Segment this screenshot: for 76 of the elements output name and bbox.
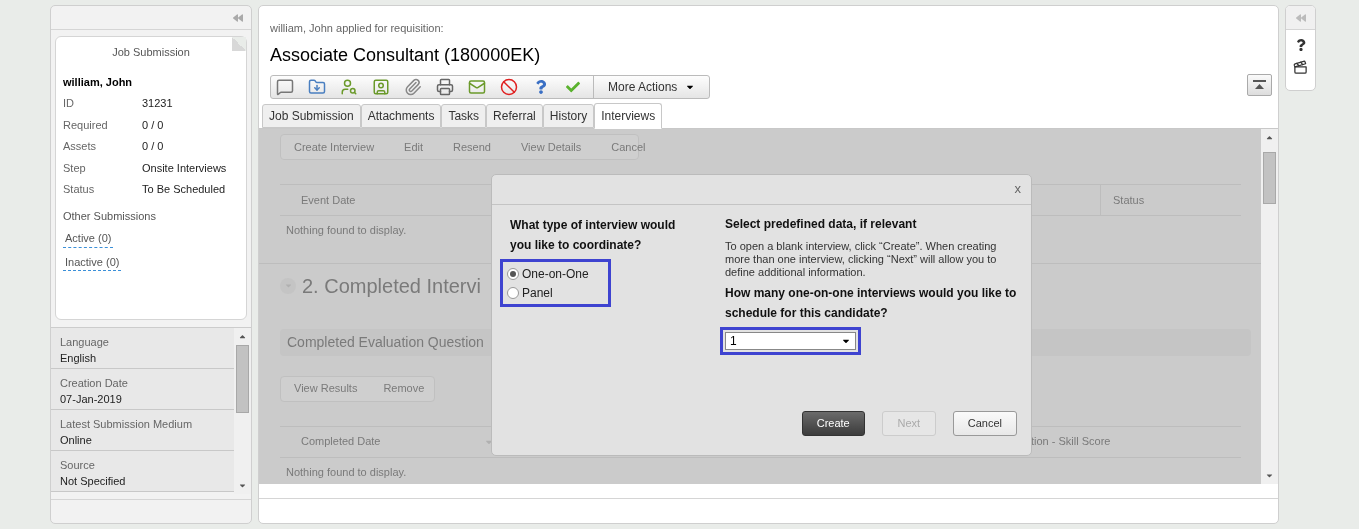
- scroll-up-icon[interactable]: [238, 332, 247, 341]
- user-card-icon[interactable]: [372, 77, 390, 96]
- field-label: Required: [63, 117, 109, 133]
- folder-icon[interactable]: [308, 77, 326, 96]
- detail-label: Language: [60, 335, 110, 350]
- radio-button[interactable]: [507, 286, 519, 299]
- count-select[interactable]: 1: [725, 332, 856, 350]
- detail-value: English: [60, 351, 98, 366]
- section-title: 2. Completed Intervi: [302, 273, 481, 299]
- field-value: To Be Scheduled: [142, 182, 226, 197]
- scroll-down-icon[interactable]: [1265, 471, 1274, 480]
- requisition-title: Associate Consultant (180000EK): [270, 43, 542, 67]
- collapse-icon[interactable]: [233, 12, 243, 23]
- column-header: Event Date: [300, 192, 357, 208]
- candidate-name: william, John: [63, 74, 134, 90]
- mail-icon[interactable]: [468, 77, 486, 96]
- radio-button[interactable]: [507, 267, 519, 280]
- column-header: Status: [1100, 185, 1241, 215]
- user-search-icon[interactable]: [340, 77, 358, 96]
- printer-icon[interactable]: [436, 77, 454, 96]
- scroll-up-icon[interactable]: [1265, 133, 1274, 142]
- tab[interactable]: Referral: [486, 104, 543, 128]
- dialog-button[interactable]: Create: [801, 411, 865, 436]
- tab[interactable]: History: [542, 104, 595, 128]
- interview-type-question: What type of interview would you like to coordinate?: [510, 217, 677, 254]
- scrollbar-thumb[interactable]: [236, 345, 249, 413]
- detail-value: Not Specified: [60, 474, 127, 489]
- scrollbar[interactable]: [1261, 129, 1278, 484]
- detail-label: Latest Submission Medium: [60, 417, 194, 432]
- radio-option[interactable]: One-on-One: [507, 264, 604, 283]
- detail-value: 07-Jan-2019: [60, 392, 123, 407]
- prohibited-icon[interactable]: [500, 77, 518, 96]
- radio-option[interactable]: Panel: [507, 283, 604, 302]
- scroll-down-icon[interactable]: [238, 481, 247, 490]
- radio-label: One-on-One: [522, 265, 589, 283]
- empty-message: Nothing found to display.: [286, 464, 407, 480]
- radio-label: Panel: [522, 284, 553, 302]
- section-label: Other Submissions: [63, 208, 157, 224]
- detail-label: Creation Date: [60, 376, 129, 391]
- field-value: Onsite Interviews: [142, 160, 227, 176]
- tab[interactable]: Job Submission: [262, 104, 361, 128]
- paperclip-icon[interactable]: [404, 77, 422, 96]
- field-label: Assets: [63, 139, 97, 154]
- column-header: tion - Skill Score: [1031, 434, 1112, 450]
- tab[interactable]: Attachments: [360, 104, 442, 128]
- requisition-subtitle: william, John applied for requisition:: [270, 21, 445, 36]
- questionnaire-title: Completed Evaluation Question: [287, 332, 484, 352]
- empty-message: Nothing found to display.: [286, 223, 407, 238]
- dialog-button[interactable]: Cancel: [952, 411, 1017, 436]
- submissions-link[interactable]: Inactive (0): [63, 253, 122, 271]
- help-icon[interactable]: [1295, 39, 1306, 51]
- submissions-link[interactable]: Active (0): [63, 230, 114, 248]
- field-label: Status: [63, 182, 96, 197]
- column-header: Completed Date: [300, 434, 382, 450]
- detail-label: Source: [60, 458, 96, 473]
- note-icon[interactable]: [276, 77, 294, 96]
- field-label: ID: [63, 96, 75, 111]
- tab[interactable]: Tasks: [441, 104, 487, 128]
- folded-corner-icon: [232, 37, 246, 51]
- tab[interactable]: Interviews: [594, 103, 663, 129]
- predefined-title: Select predefined data, if relevant: [725, 216, 918, 233]
- collapse-up-icon: [1253, 80, 1266, 90]
- field-label: Step: [63, 160, 87, 176]
- collapse-header-button[interactable]: [1247, 74, 1272, 96]
- scrollbar-thumb[interactable]: [1263, 152, 1276, 204]
- field-value: 0 / 0: [142, 139, 164, 154]
- more-actions-button[interactable]: More Actions: [593, 75, 710, 98]
- help-text: To open a blank interview, click “Create”. When creating more than one interview, clicking “Next” will allow you to define additional information.: [725, 240, 998, 279]
- detail-value: Online: [60, 433, 93, 448]
- close-button[interactable]: x: [1014, 179, 1021, 199]
- field-value: 31231: [142, 96, 173, 111]
- card-title: Job Submission: [111, 45, 191, 60]
- check-icon[interactable]: [566, 79, 580, 94]
- count-question: How many one-on-one interviews would you like to schedule for this candidate?: [725, 285, 1017, 322]
- field-value: 0 / 0: [142, 117, 164, 133]
- clapperboard-icon[interactable]: [1293, 60, 1308, 75]
